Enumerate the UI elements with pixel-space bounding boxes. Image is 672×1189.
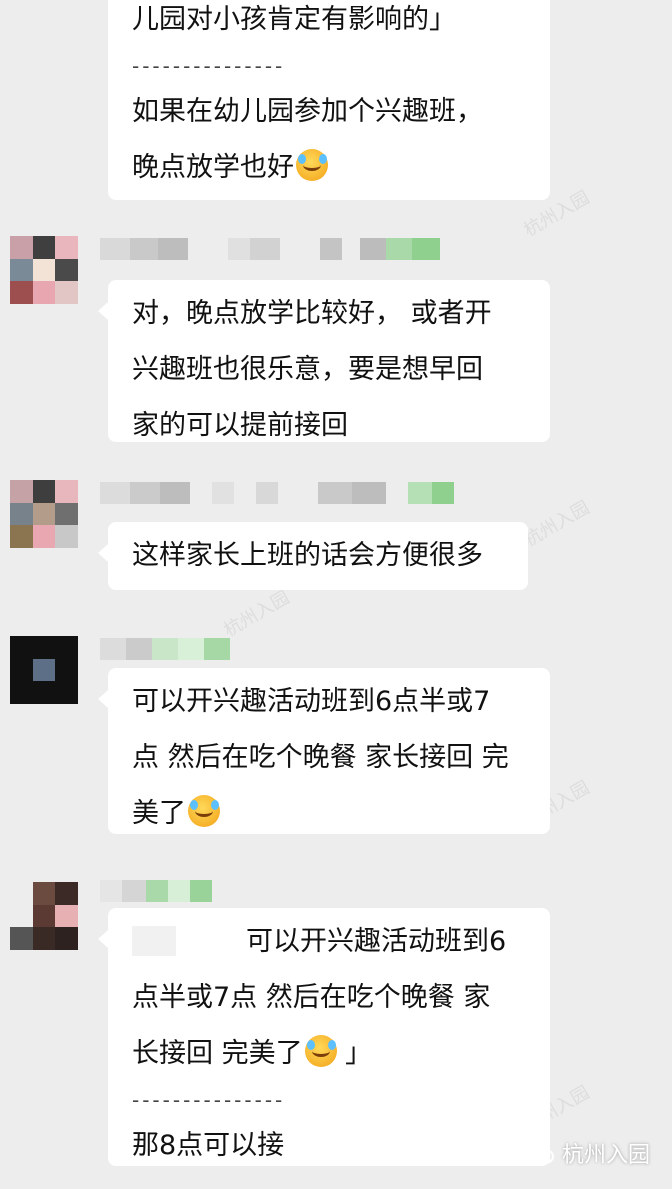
message-text: 点 然后在吃个晚餐 家长接回 完 (132, 742, 509, 773)
sender-name (100, 638, 230, 660)
sender-name (100, 482, 454, 504)
chat-bubble[interactable]: 可以开兴趣活动班到6 点半或7点 然后在吃个晚餐 家 长接回 完美了 」 ---… (98, 908, 550, 1166)
message-text: 晚点放学也好 (132, 140, 526, 196)
message-text: 如果在幼儿园参加个兴趣班， (132, 96, 483, 127)
bubble-tail (98, 930, 108, 948)
sender-name (100, 880, 212, 902)
chat-bubble[interactable]: 可以开兴趣活动班到6点半或7 点 然后在吃个晚餐 家长接回 完 美了 (98, 668, 550, 834)
chat-bubble[interactable]: 对，晚点放学比较好， 或者开 兴趣班也很乐意，要是想早回 家的可以提前接回 (98, 280, 550, 442)
message-text: 兴趣班也很乐意，要是想早回 (132, 354, 483, 385)
facepalm-laugh-emoji-icon (188, 795, 220, 827)
avatar[interactable] (10, 480, 78, 548)
message-text: 那8点可以接 (132, 1130, 285, 1161)
watermark: 杭州入园 (520, 497, 594, 552)
quoted-text: 长接回 完美了 」 (132, 1026, 526, 1082)
quoted-text: 儿园对小孩肯定有影响的」 (132, 4, 456, 35)
message-text: 美了 (132, 786, 526, 842)
facepalm-laugh-emoji-icon (304, 1035, 337, 1067)
avatar[interactable] (10, 882, 78, 950)
redacted-quote-name (132, 926, 176, 956)
message-text: 可以开兴趣活动班到6点半或7 (132, 686, 491, 717)
account-watermark: 杭州入园 (527, 1137, 650, 1169)
quote-divider: --------------- (132, 1088, 286, 1112)
wechat-icon (527, 1143, 554, 1164)
watermark: 杭州入园 (220, 587, 294, 642)
bubble-tail (98, 544, 108, 562)
message-text: 这样家长上班的话会方便很多 (132, 540, 483, 571)
facepalm-laugh-emoji-icon (296, 149, 328, 181)
account-name: 杭州入园 (561, 1143, 650, 1168)
bubble-tail (98, 690, 108, 708)
message-text: 对，晚点放学比较好， 或者开 (132, 298, 492, 329)
quoted-text: 可以开兴趣活动班到6 (132, 914, 526, 970)
quote-divider: --------------- (132, 54, 286, 78)
quoted-text: 点半或7点 然后在吃个晚餐 家 (132, 982, 491, 1013)
message-text: 家的可以提前接回 (132, 410, 348, 441)
bubble-tail (98, 302, 108, 320)
sender-name (100, 238, 440, 260)
avatar[interactable] (10, 236, 78, 304)
avatar[interactable] (10, 636, 78, 704)
chat-bubble[interactable]: 儿园对小孩肯定有影响的」 --------------- 如果在幼儿园参加个兴趣… (108, 0, 550, 200)
chat-bubble[interactable]: 这样家长上班的话会方便很多 (98, 522, 528, 590)
